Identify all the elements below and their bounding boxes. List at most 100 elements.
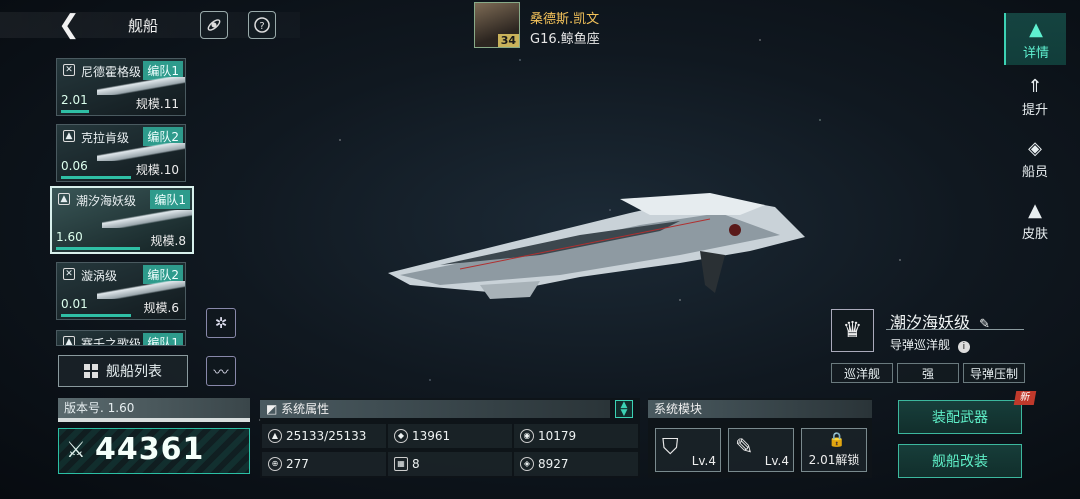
progress-bar <box>56 247 140 250</box>
fleet-badge: 编队1 <box>143 333 183 345</box>
new-badge: 新 <box>1013 391 1037 405</box>
progress-bar <box>61 110 89 113</box>
ship-type-text: 导弹巡洋舰 <box>890 338 951 352</box>
ship-thumbnail <box>97 281 185 299</box>
ship-card-scale: 规模.11 <box>135 97 179 111</box>
nav-tab-label: 船员 <box>1021 165 1048 180</box>
ship-model <box>388 193 805 299</box>
ship-thumbnail <box>97 77 185 95</box>
fleet-badge: 编队1 <box>150 190 190 209</box>
ship-card-name: 赛壬之歌级 <box>81 337 142 346</box>
speed-icon: ⊕ <box>268 457 282 471</box>
weapon-module-icon: ✎ <box>735 435 754 460</box>
equip-weapons-button[interactable]: 装配武器 <box>898 400 1022 434</box>
crosshair-icon: ✕ <box>63 268 75 280</box>
shield-module-icon: ⛉ <box>662 435 679 460</box>
attributes-header: ◩ 系统属性 <box>260 400 610 418</box>
attr-value: 10179 <box>538 429 577 443</box>
module-slot[interactable]: ✎ Lv.4 <box>728 428 794 472</box>
ship-tag: 巡洋舰 <box>831 363 893 383</box>
divider <box>886 329 1024 330</box>
crossed-swords-icon: ⚔ <box>66 438 86 463</box>
filter-icon: ✲ <box>214 314 228 332</box>
attr-value: 277 <box>286 457 309 471</box>
nav-tab-label: 皮肤 <box>1021 227 1048 242</box>
details-icon: ▲ <box>1029 19 1043 40</box>
module-level: Lv.4 <box>764 454 789 468</box>
svg-text:?: ? <box>259 21 264 32</box>
nav-tab-label: 详情 <box>1022 46 1049 61</box>
wave-icon: 〰 <box>213 362 229 381</box>
modules-header: 系统模块 <box>648 400 872 418</box>
combat-power-value: 44361 <box>95 432 205 467</box>
nav-tab-details[interactable]: ▲ 详情 <box>1004 13 1066 65</box>
ship-class-emblem: ♛ <box>831 309 874 352</box>
ship-modify-button[interactable]: 舰船改装 <box>898 444 1022 478</box>
crosshair-icon: ✕ <box>63 64 75 76</box>
armor-icon: ◆ <box>394 429 408 443</box>
crest-icon: ▲ <box>58 193 70 205</box>
attr-value: 25133/25133 <box>286 429 367 443</box>
pilot-rank: G16.鲸鱼座 <box>530 32 600 47</box>
attr-energy: ◈ 8927 <box>520 457 569 471</box>
ship-card-version: 2.01 <box>61 93 88 107</box>
rocket-icon <box>207 19 221 31</box>
chevron-left-icon: ❮ <box>58 10 80 40</box>
grid-icon <box>84 364 98 378</box>
back-button[interactable]: ❮ <box>58 10 84 40</box>
pilot-name: 桑德斯.凯文 <box>530 12 600 27</box>
attr-value: 8 <box>412 457 420 471</box>
ship-card-selected[interactable]: ▲ 潮汐海妖级 编队1 1.60 规模.8 <box>50 186 194 254</box>
attr-speed: ⊕ 277 <box>268 457 309 471</box>
attr-armor: ◆ 13961 <box>394 429 450 443</box>
skin-icon: ▲ <box>1028 200 1042 221</box>
shield-icon: ◉ <box>520 429 534 443</box>
module-slot-locked[interactable]: 🔒 2.01解锁 <box>801 428 867 472</box>
ship-thumbnail <box>97 143 185 161</box>
ship-card-scale: 规模.8 <box>150 234 186 248</box>
ship-card-version: 0.01 <box>61 297 88 311</box>
module-unlock-label: 2.01解锁 <box>808 453 860 467</box>
ship-card[interactable]: ▲ 克拉肯级 编队2 0.06 规模.10 <box>56 124 186 182</box>
module-slot[interactable]: ⛉ Lv.4 <box>655 428 721 472</box>
info-icon[interactable]: i <box>957 341 970 353</box>
attr-hull: ▲ 25133/25133 <box>268 429 366 443</box>
nav-tab-label: 提升 <box>1021 103 1048 118</box>
progress-bar <box>61 314 131 317</box>
progress-bar <box>61 176 131 179</box>
ship-type: 导弹巡洋舰 i <box>890 336 970 353</box>
lock-icon: 🔒 <box>828 432 846 448</box>
ship-card-version: 0.06 <box>61 159 88 173</box>
energy-icon: ◈ <box>520 457 534 471</box>
pilot-level: 34 <box>497 34 519 47</box>
ship-list-label: 舰船列表 <box>106 364 162 380</box>
nav-tab-skin[interactable]: ▲ 皮肤 <box>1004 194 1066 246</box>
attributes-icon: ◩ <box>266 402 278 416</box>
nav-tab-crew[interactable]: ◈ 船员 <box>1004 132 1066 184</box>
ship-card-version: 1.60 <box>56 230 83 244</box>
version-underline <box>58 418 250 422</box>
filter-button[interactable]: ✲ <box>206 308 236 338</box>
ship-thumbnail <box>102 210 192 228</box>
crew-icon: ◈ <box>1028 138 1042 159</box>
rocket-button[interactable] <box>200 11 228 39</box>
crest-icon: ♛ <box>842 318 863 343</box>
wave-button[interactable]: 〰 <box>206 356 236 386</box>
checker-icon: ▦ <box>394 457 408 471</box>
ship-card[interactable]: ▲ 赛壬之歌级 编队1 <box>56 330 186 346</box>
ship-card[interactable]: ✕ 尼德霍格级 编队1 2.01 规模.11 <box>56 58 186 116</box>
attr-value: 13961 <box>412 429 451 443</box>
sort-toggle-button[interactable]: ▲ ▼ <box>615 400 633 418</box>
attributes-title: 系统属性 <box>281 402 330 416</box>
hull-icon: ▲ <box>268 429 282 443</box>
pilot-avatar[interactable]: 34 <box>474 2 520 48</box>
help-button[interactable]: ? <box>248 11 276 39</box>
attr-checker: ▦ 8 <box>394 457 420 471</box>
ship-card-scale: 规模.10 <box>135 163 179 177</box>
nav-tab-upgrade[interactable]: ⇑ 提升 <box>1004 70 1066 122</box>
ship-tag: 强 <box>897 363 959 383</box>
upgrade-icon: ⇑ <box>1027 76 1043 97</box>
crest-icon: ▲ <box>63 336 75 345</box>
ship-list-button[interactable]: 舰船列表 <box>58 355 188 387</box>
ship-card[interactable]: ✕ 漩涡级 编队2 0.01 规模.6 <box>56 262 186 320</box>
